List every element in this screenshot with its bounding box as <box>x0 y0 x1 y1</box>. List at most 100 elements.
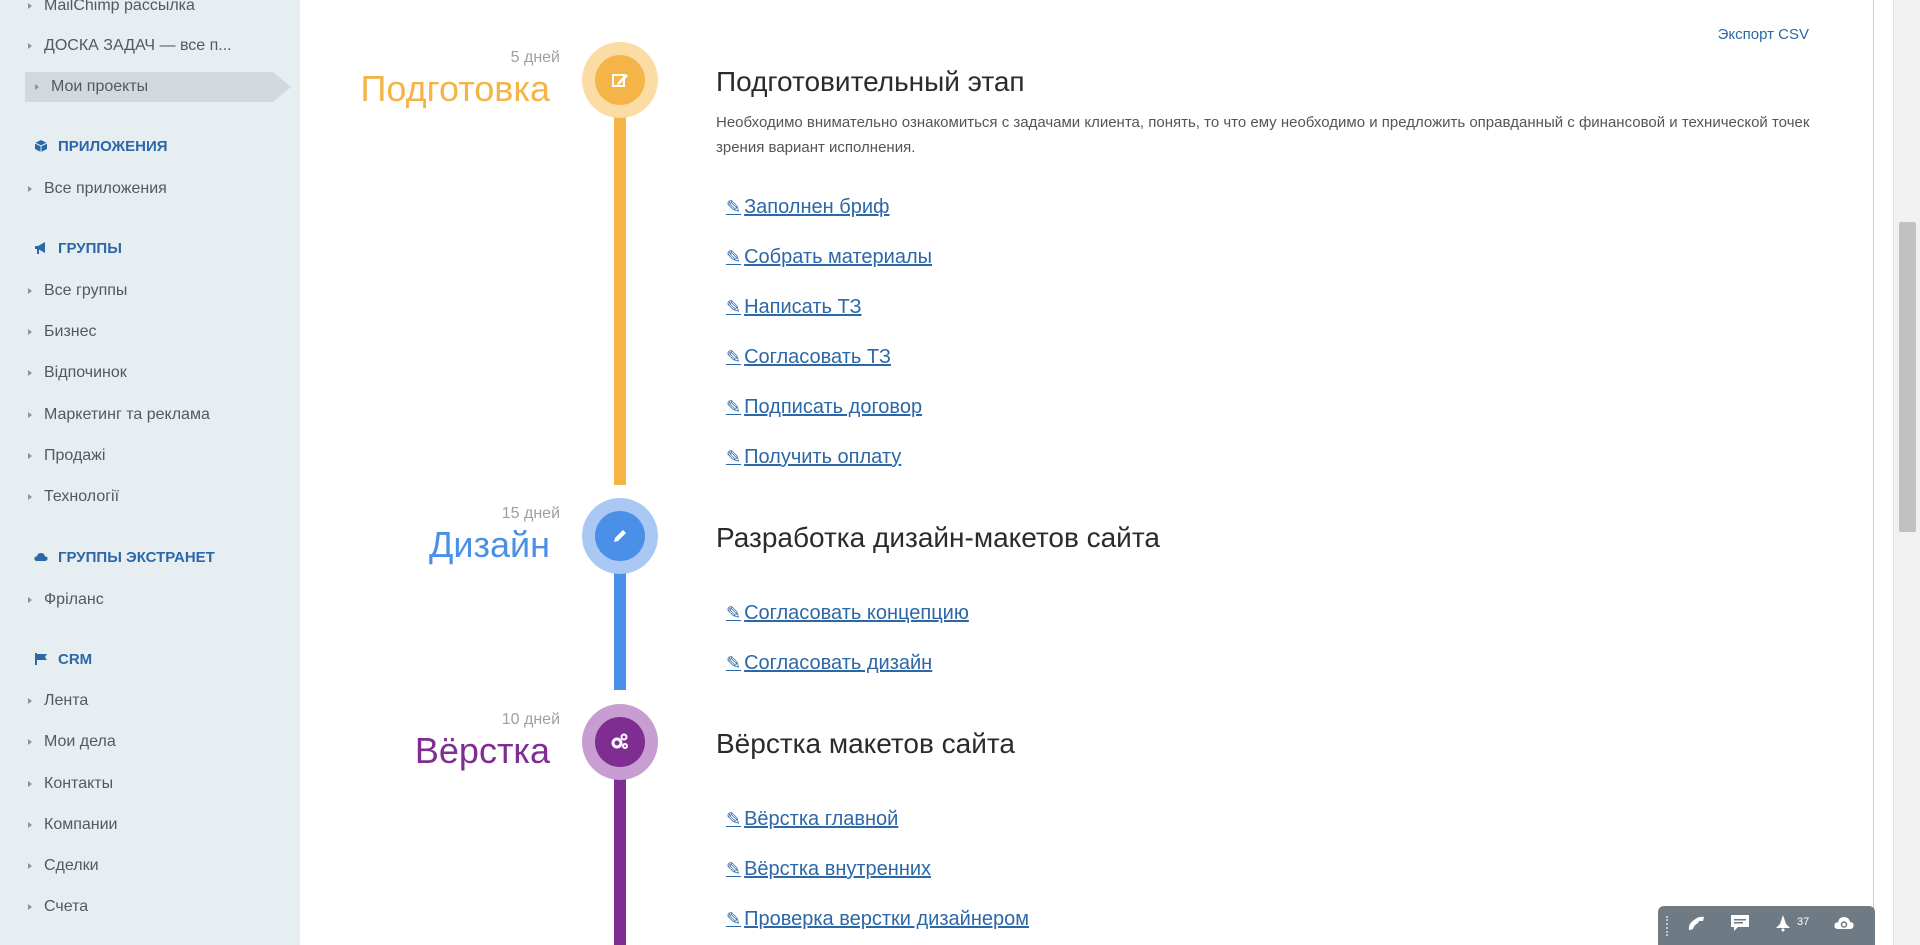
arrow-right-icon <box>28 412 32 418</box>
edit-icon: ✎ <box>726 347 742 367</box>
sidebar-item-label: Контакты <box>44 775 114 792</box>
edit-icon: ✎ <box>726 397 742 417</box>
task-link[interactable]: ✎ Согласовать дизайн <box>726 652 932 675</box>
sidebar-item-feed[interactable]: Лента <box>28 687 88 715</box>
pencil-icon <box>595 511 645 561</box>
sidebar-item-label: Бизнес <box>44 323 97 340</box>
edit-icon: ✎ <box>726 197 742 217</box>
arrow-right-icon <box>35 84 39 90</box>
cloud-sync-icon[interactable] <box>1833 914 1855 937</box>
sidebar-item-label: Мои дела <box>44 733 116 750</box>
notifications-button[interactable]: 37 <box>1774 914 1809 937</box>
sidebar-item-deals[interactable]: Сделки <box>28 852 99 880</box>
sidebar-item-contacts[interactable]: Контакты <box>28 770 113 798</box>
main-content: Экспорт CSV 5 дней Подготовка Подготовит… <box>300 0 1873 945</box>
sidebar-item-label: Лента <box>44 692 89 709</box>
scroll-thumb[interactable] <box>1899 222 1916 532</box>
arrow-right-icon <box>28 329 32 335</box>
timeline-line <box>614 770 626 945</box>
stage-title: Разработка дизайн-макетов сайта <box>716 522 1160 553</box>
sidebar-item-freelance[interactable]: Фріланс <box>28 586 104 614</box>
section-title: ГРУППЫ <box>58 239 122 257</box>
stage-name: Вёрстка <box>414 730 550 771</box>
edit-icon: ✎ <box>726 247 742 267</box>
section-title: CRM <box>58 650 93 668</box>
sidebar: MailChimp рассылка ДОСКА ЗАДАЧ — все п..… <box>0 0 300 945</box>
sidebar-item-label: ДОСКА ЗАДАЧ — все п... <box>44 37 232 54</box>
stage-description: Необходимо внимательно ознакомиться с за… <box>716 114 1810 156</box>
flag-icon <box>34 652 48 666</box>
task-link[interactable]: ✎ Написать ТЗ <box>726 296 862 319</box>
cloud-icon <box>34 550 48 564</box>
sidebar-item-label: Все приложения <box>44 180 167 197</box>
sidebar-item-label: Компании <box>44 816 118 833</box>
task-link[interactable]: ✎ Согласовать ТЗ <box>726 346 891 369</box>
task-link[interactable]: ✎ Вёрстка главной <box>726 808 898 831</box>
timeline-line <box>614 105 626 485</box>
edit-icon: ✎ <box>726 859 742 879</box>
task-link[interactable]: ✎ Получить оплату <box>726 446 901 469</box>
task-link[interactable]: ✎ Согласовать концепцию <box>726 602 969 625</box>
sidebar-item-leisure[interactable]: Відпочинок <box>28 359 127 387</box>
stage-title: Вёрстка макетов сайта <box>716 728 1015 759</box>
phone-icon[interactable] <box>1686 914 1706 937</box>
sidebar-item-label: Технології <box>44 488 120 505</box>
sidebar-item-mailchimp[interactable]: MailChimp рассылка <box>28 0 195 20</box>
task-link[interactable]: ✎ Вёрстка внутренних <box>726 858 931 881</box>
task-link[interactable]: ✎ Подписать договор <box>726 396 922 419</box>
sidebar-item-label: MailChimp рассылка <box>44 0 195 14</box>
scrollbar[interactable] <box>1893 0 1920 945</box>
export-csv-link[interactable]: Экспорт CSV <box>1718 26 1809 43</box>
edit-icon: ✎ <box>726 909 742 929</box>
sidebar-item-business[interactable]: Бизнес <box>28 318 97 346</box>
stage-duration: 10 дней <box>501 711 560 728</box>
arrow-right-icon <box>28 698 32 704</box>
edit-icon: ✎ <box>726 653 742 673</box>
stage-duration: 5 дней <box>510 49 560 66</box>
sidebar-item-task-board[interactable]: ДОСКА ЗАДАЧ — все п... <box>28 32 232 60</box>
stage-title: Подготовительный этап <box>716 66 1025 97</box>
sidebar-item-label: Маркетинг та реклама <box>44 406 210 423</box>
sidebar-item-label: Відпочинок <box>44 364 127 381</box>
notifications-count: 37 <box>1797 916 1810 928</box>
section-groups[interactable]: ГРУППЫ <box>34 236 122 260</box>
sidebar-item-sales[interactable]: Продажі <box>28 442 105 470</box>
sidebar-item-label: Продажі <box>44 447 106 464</box>
content-border <box>1873 0 1874 945</box>
gears-icon <box>595 717 645 767</box>
sidebar-item-all-apps[interactable]: Все приложения <box>28 175 167 203</box>
arrow-right-icon <box>28 453 32 459</box>
sidebar-item-label: Фріланс <box>44 591 104 608</box>
sidebar-item-all-groups[interactable]: Все группы <box>28 277 127 305</box>
stage-duration: 15 дней <box>501 505 560 522</box>
stage-name: Дизайн <box>428 524 550 565</box>
cube-icon <box>34 139 48 153</box>
arrow-right-icon <box>28 288 32 294</box>
task-link[interactable]: ✎ Собрать материалы <box>726 246 932 269</box>
sidebar-item-companies[interactable]: Компании <box>28 811 118 839</box>
arrow-right-icon <box>28 863 32 869</box>
stage-marker <box>582 498 658 574</box>
sidebar-item-invoices[interactable]: Счета <box>28 893 88 921</box>
arrow-right-icon <box>28 822 32 828</box>
arrow-right-icon <box>28 3 32 9</box>
chat-icon[interactable] <box>1730 914 1750 937</box>
sidebar-item-label: Все группы <box>44 282 128 299</box>
edit-icon <box>595 55 645 105</box>
sidebar-item-technology[interactable]: Технології <box>28 483 119 511</box>
arrow-right-icon <box>28 597 32 603</box>
task-link[interactable]: ✎ Заполнен бриф <box>726 196 889 219</box>
edit-icon: ✎ <box>726 603 742 623</box>
arrow-right-icon <box>28 739 32 745</box>
section-crm[interactable]: CRM <box>34 647 92 671</box>
section-apps[interactable]: ПРИЛОЖЕНИЯ <box>34 134 168 158</box>
sidebar-item-my-activities[interactable]: Мои дела <box>28 728 116 756</box>
sidebar-item-label: Счета <box>44 898 89 915</box>
sidebar-item-marketing[interactable]: Маркетинг та реклама <box>28 401 210 429</box>
edit-icon: ✎ <box>726 809 742 829</box>
arrow-right-icon <box>28 370 32 376</box>
drag-handle-icon[interactable] <box>1666 916 1672 936</box>
task-link[interactable]: ✎ Проверка верстки дизайнером <box>726 908 1029 931</box>
sidebar-item-label: Сделки <box>44 857 99 874</box>
edit-icon: ✎ <box>726 447 742 467</box>
